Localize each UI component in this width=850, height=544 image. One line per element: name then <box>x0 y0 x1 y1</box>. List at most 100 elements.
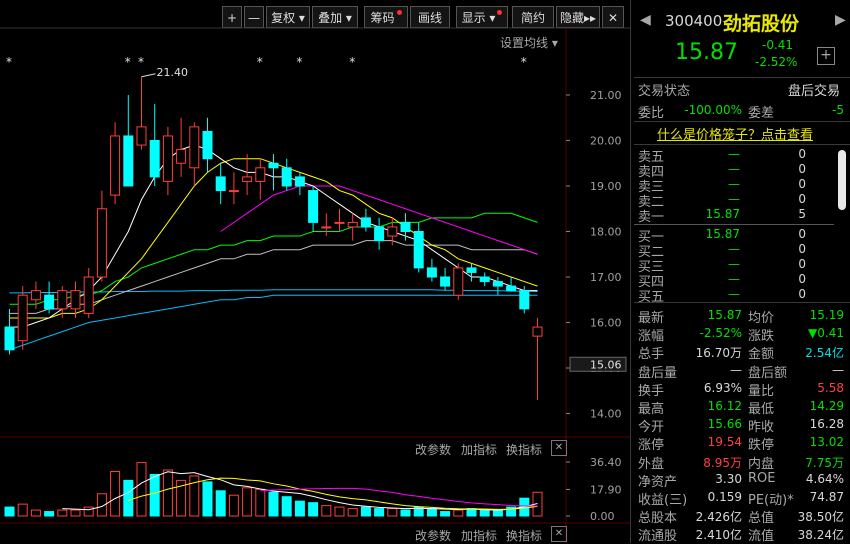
stat-label: 最低 <box>748 402 775 417</box>
weibi-value: -100.00% <box>684 103 742 117</box>
volume-bar <box>136 462 147 517</box>
orderbook-scrollbar[interactable] <box>838 150 846 210</box>
candle-body <box>360 217 371 228</box>
volume-bar <box>453 509 464 517</box>
volume-bar <box>162 469 173 517</box>
price-tick-label: 16.00 <box>590 317 622 330</box>
candle-body <box>400 221 411 232</box>
candle-body <box>453 267 464 296</box>
volume-bar <box>479 509 490 517</box>
orderbook-price: — <box>728 287 740 301</box>
stat-value: 13.02 <box>809 435 844 450</box>
stat-label: ROE <box>748 470 776 486</box>
candle-body <box>136 126 147 146</box>
volume-bar <box>123 479 134 517</box>
candle-body <box>4 326 15 351</box>
stat-value: 38.50亿 <box>797 510 844 525</box>
orderbook-level-label: 卖一 <box>638 210 665 225</box>
candlestick-chart[interactable]: 21.0020.0019.0018.0017.0016.0015.0014.00… <box>0 0 630 543</box>
stat-label: 金额 <box>748 347 775 363</box>
candle-body <box>83 276 94 314</box>
stat-label: 量比 <box>748 383 775 399</box>
stat-label: 内盘 <box>748 456 775 472</box>
volume-bar <box>44 511 55 517</box>
bottom-add-indicator-button[interactable]: 加指标 <box>461 527 497 544</box>
volume-bar <box>17 503 28 517</box>
trade-status-label: 交易状态 <box>638 84 691 99</box>
panel-divider <box>630 0 631 543</box>
stock-code: 300400 <box>665 12 723 30</box>
stat-value: 6.93% <box>703 380 742 395</box>
price-cage-link[interactable]: 什么是价格笼子？点击查看 <box>657 124 813 143</box>
add-watchlist-button[interactable]: + <box>817 47 835 65</box>
stat-value: 8.95万 <box>703 455 742 470</box>
volume-bar <box>202 481 213 517</box>
volume-bar <box>83 506 94 517</box>
stat-value: 2.410亿 <box>695 528 742 543</box>
candle-body <box>110 135 121 196</box>
volume-bar <box>4 506 15 517</box>
prev-stock-icon[interactable]: ◀ <box>640 12 651 28</box>
next-stock-icon[interactable]: ▶ <box>835 12 846 28</box>
vol-param-button[interactable]: 改参数 <box>415 441 451 458</box>
stat-value: — <box>730 362 742 377</box>
candle-body <box>30 290 41 301</box>
orderbook-volume: 0 <box>798 177 806 191</box>
candle-body <box>202 130 213 160</box>
weicha-label: 委差 <box>748 106 775 121</box>
candle-body <box>466 267 477 273</box>
candle-body <box>96 208 107 278</box>
event-star-icon: * <box>296 55 302 69</box>
stat-value: 4.64% <box>805 471 844 486</box>
candle-body <box>17 294 28 342</box>
orderbook-volume: 5 <box>798 207 806 221</box>
orderbook-price: — <box>728 192 740 206</box>
orderbook-volume: 0 <box>798 162 806 176</box>
stat-label: 流值 <box>748 529 775 544</box>
volume-bar <box>110 470 121 517</box>
volume-bar <box>347 508 358 517</box>
candle-body <box>532 326 543 337</box>
bottom-param-button[interactable]: 改参数 <box>415 527 451 544</box>
vol-add-indicator-button[interactable]: 加指标 <box>461 441 497 458</box>
divider <box>634 224 834 225</box>
candle-body <box>413 231 424 269</box>
candle-body <box>347 221 358 228</box>
candle-body <box>123 135 134 187</box>
stat-value: — <box>832 362 844 377</box>
orderbook-price: — <box>728 177 740 191</box>
vol-swap-indicator-button[interactable]: 换指标 <box>506 441 542 458</box>
stat-label: 跌停 <box>748 438 775 454</box>
volume-bar <box>255 488 266 517</box>
candle-body <box>242 176 253 182</box>
candle-body <box>162 135 173 182</box>
candle-body <box>228 190 239 193</box>
volume-tick-label: 17.90 <box>590 483 622 496</box>
volume-bar <box>360 506 371 517</box>
stat-value: 14.29 <box>809 399 844 413</box>
orderbook-volume: 0 <box>798 192 806 206</box>
peak-label: 21.40 <box>157 66 189 79</box>
event-star-icon: * <box>6 55 12 69</box>
price-change-pct: -2.52% <box>755 55 798 69</box>
candle-body <box>268 162 279 169</box>
price-tick-label: 14.00 <box>590 408 622 421</box>
orderbook-volume: 0 <box>798 257 806 271</box>
vol-close-icon[interactable]: ✕ <box>551 440 567 456</box>
stat-value: 16.12 <box>707 399 742 413</box>
bottom-close-icon[interactable]: ✕ <box>551 526 567 542</box>
stat-value: 74.87 <box>809 490 844 504</box>
volume-bar <box>149 473 160 517</box>
stat-value: 15.19 <box>809 308 844 322</box>
orderbook-price: — <box>728 242 740 256</box>
volume-bar <box>30 509 41 517</box>
price-tick-label: 20.00 <box>590 135 622 148</box>
price-change: -0.41 <box>762 38 794 52</box>
orderbook-price: — <box>728 257 740 271</box>
stat-label: 总值 <box>748 511 775 527</box>
orderbook-price: — <box>728 147 740 161</box>
bottom-swap-indicator-button[interactable]: 换指标 <box>506 527 542 544</box>
volume-bar <box>492 509 503 517</box>
stat-value: 2.426亿 <box>695 510 742 525</box>
stat-value: 19.54 <box>707 435 742 450</box>
